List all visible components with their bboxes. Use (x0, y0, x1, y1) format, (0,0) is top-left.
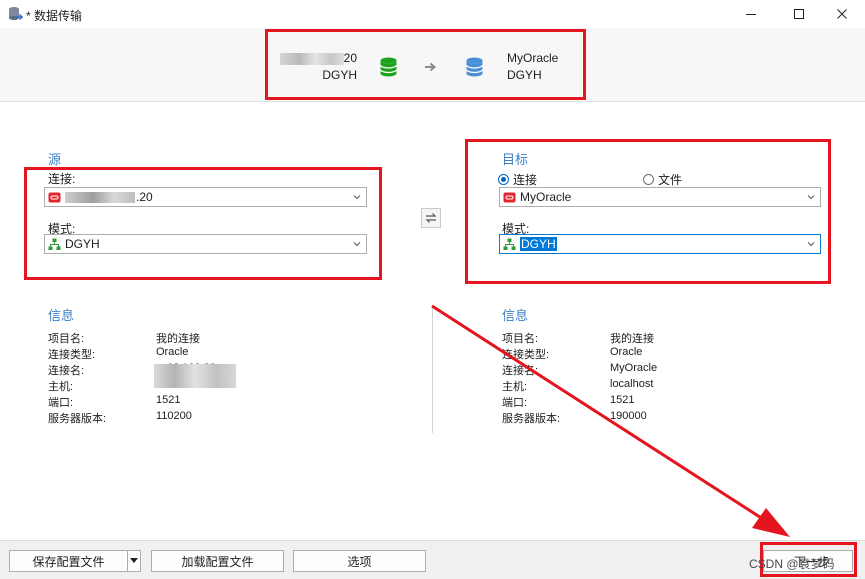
maximize-icon (794, 9, 804, 19)
annotation-highlight (465, 139, 831, 284)
info-value: localhost (610, 378, 654, 390)
info-label: 连接类型: (502, 349, 550, 361)
info-value: 1521 (610, 394, 635, 406)
info-value: Oracle (610, 346, 643, 358)
watermark: CSDN @袁梦码 (749, 557, 835, 571)
swap-source-target-button[interactable] (421, 208, 441, 228)
target-info-title: 信息 (502, 308, 529, 323)
info-value: 1521 (156, 394, 181, 406)
close-icon (837, 9, 847, 19)
info-label: 服务器版本: (48, 413, 107, 425)
minimize-icon (746, 14, 756, 15)
info-label: 项目名: (502, 333, 539, 345)
info-divider (432, 305, 433, 433)
info-value: MyOracle (610, 362, 658, 374)
info-value: 我的连接 (156, 333, 200, 345)
annotation-highlight (265, 29, 586, 100)
minimize-button[interactable] (728, 0, 774, 28)
window-title: * 数据传输 (26, 9, 83, 23)
close-button[interactable] (819, 0, 865, 28)
options-button[interactable]: 选项 (293, 550, 426, 572)
swap-arrows-icon (425, 213, 437, 223)
source-section-title: 源 (48, 152, 62, 167)
save-config-button[interactable]: 保存配置文件 (9, 550, 128, 572)
save-config-dropdown-button[interactable] (127, 550, 141, 572)
info-value: Oracle (156, 346, 189, 358)
annotation-highlight (24, 167, 382, 280)
info-label: 主机: (502, 381, 528, 393)
info-value: 我的连接 (610, 333, 654, 345)
info-value: 110200 (156, 410, 192, 422)
database-transfer-icon (9, 7, 23, 21)
info-label: 主机: (48, 381, 74, 393)
info-label: 连接类型: (48, 349, 96, 361)
redacted-text (154, 364, 236, 388)
info-label: 服务器版本: (502, 413, 561, 425)
caret-down-icon (130, 558, 138, 563)
title-bar: * 数据传输 (0, 0, 865, 28)
load-config-button[interactable]: 加载配置文件 (151, 550, 284, 572)
info-label: 连接名: (502, 365, 539, 377)
info-value: 190000 (610, 410, 647, 422)
info-label: 端口: (48, 397, 74, 409)
info-label: 项目名: (48, 333, 85, 345)
info-label: 连接名: (48, 365, 85, 377)
footer-bar: 保存配置文件 加载配置文件 选项 下一步 (0, 540, 865, 579)
info-label: 端口: (502, 397, 528, 409)
maximize-button[interactable] (776, 0, 822, 28)
source-info-title: 信息 (48, 308, 75, 323)
